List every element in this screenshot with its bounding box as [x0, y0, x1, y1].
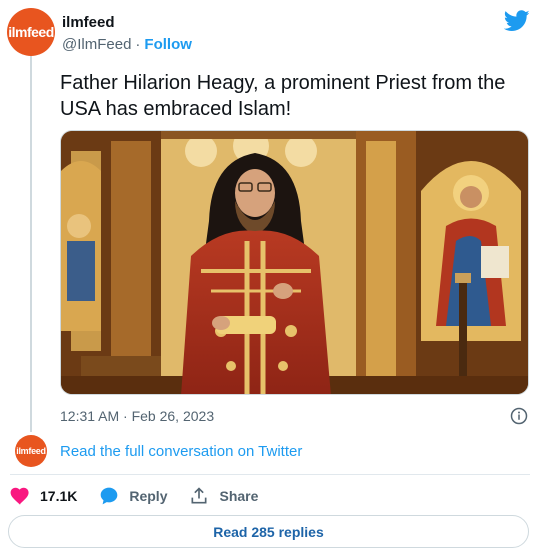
timestamp[interactable]: 12:31 AM · Feb 26, 2023 — [60, 408, 214, 424]
info-icon[interactable] — [510, 407, 528, 425]
tweet-text: Father Hilarion Heagy, a prominent Pries… — [60, 72, 506, 120]
avatar-logo-text: ilmfeed — [8, 24, 54, 40]
follow-button[interactable]: Follow — [144, 36, 192, 53]
display-name[interactable]: ilmfeed — [62, 14, 115, 31]
priest-photo — [61, 131, 528, 394]
tweet-photo[interactable] — [60, 130, 529, 395]
reply-bubble-icon — [101, 487, 118, 505]
like-count: 17.1K — [40, 488, 78, 504]
timestamp-row: 12:31 AM · Feb 26, 2023 — [60, 406, 528, 426]
reply-label: Reply — [129, 488, 168, 504]
divider — [10, 474, 530, 475]
small-avatar: ilmfeed — [15, 435, 47, 467]
twitter-bird-icon[interactable] — [504, 10, 530, 32]
embedded-tweet: ilmfeed ilmfeed @IlmFeed · Follow Father… — [0, 0, 540, 555]
share-button[interactable]: Share — [189, 486, 258, 506]
handle-row: @IlmFeed · Follow — [62, 36, 192, 53]
read-conversation-row[interactable]: ilmfeed Read the full conversation on Tw… — [15, 434, 302, 468]
share-icon — [191, 487, 207, 504]
share-label: Share — [219, 488, 259, 504]
read-conversation-link[interactable]: Read the full conversation on Twitter — [60, 443, 302, 460]
thread-line — [30, 56, 32, 432]
read-replies-button[interactable]: Read 285 replies — [8, 515, 529, 548]
like-button[interactable]: 17.1K — [10, 487, 77, 505]
separator: · — [135, 36, 141, 53]
handle[interactable]: @IlmFeed — [62, 36, 131, 53]
heart-icon — [10, 487, 29, 505]
reply-button[interactable]: Reply — [99, 486, 167, 506]
small-avatar-logo-text: ilmfeed — [16, 446, 46, 456]
avatar[interactable]: ilmfeed — [7, 8, 55, 56]
action-bar: 17.1K Reply Share — [10, 484, 280, 508]
